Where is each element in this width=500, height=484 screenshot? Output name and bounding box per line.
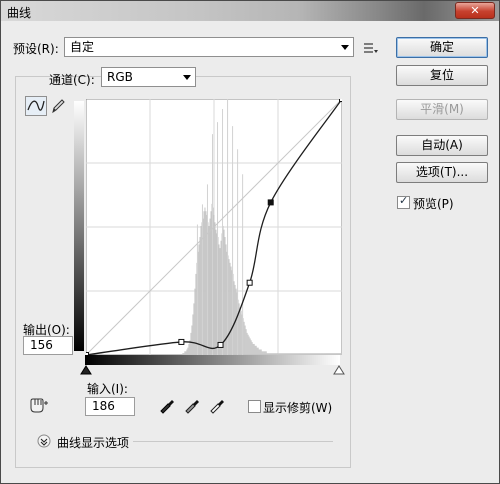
- histogram-bar: [228, 259, 230, 355]
- histogram-bar: [220, 240, 222, 355]
- histogram-bar: [257, 347, 259, 355]
- preview-label: 预览(P): [413, 197, 454, 211]
- histogram-bar: [229, 262, 231, 355]
- histogram-bar: [233, 281, 235, 355]
- histogram-bar: [208, 225, 210, 355]
- histogram-bar: [191, 325, 193, 355]
- channel-value: RGB: [107, 70, 133, 84]
- histogram-bar: [245, 329, 247, 355]
- histogram-bar: [254, 345, 256, 355]
- curve-control-point[interactable]: [267, 199, 274, 206]
- histogram-bar: [192, 314, 194, 355]
- histogram-bar: [248, 336, 250, 355]
- histogram-bar: [247, 334, 249, 355]
- options-button[interactable]: 选项(T)...: [396, 162, 488, 183]
- smooth-button[interactable]: 平滑(M): [396, 99, 488, 120]
- preset-options-icon[interactable]: [363, 41, 379, 55]
- histogram-bar: [213, 214, 215, 355]
- reset-button[interactable]: 复位: [396, 65, 488, 86]
- histogram-bar: [219, 248, 221, 355]
- gray-eyedropper-icon[interactable]: [183, 396, 201, 414]
- preset-select[interactable]: 自定: [64, 37, 354, 57]
- output-gradient-ramp: [74, 101, 84, 351]
- histogram-bar: [340, 353, 342, 355]
- histogram-bar: [194, 288, 196, 355]
- curve-control-point[interactable]: [339, 99, 343, 102]
- histogram-bar: [230, 266, 232, 355]
- curve-point-icon: [27, 100, 45, 111]
- histogram-bar: [224, 237, 226, 355]
- histogram-bar: [243, 321, 245, 355]
- close-button[interactable]: ✕: [455, 2, 495, 19]
- histogram-bar: [235, 288, 237, 355]
- section-divider: [133, 441, 333, 442]
- input-gradient-ramp: [85, 355, 340, 365]
- histogram-bar: [253, 343, 255, 355]
- histogram-bar: [199, 237, 201, 355]
- expand-chevron-icon[interactable]: [37, 434, 51, 448]
- histogram-bar: [204, 207, 206, 355]
- curve-display-options-label[interactable]: 曲线显示选项: [57, 434, 129, 451]
- histogram-bar: [200, 225, 202, 355]
- channel-label: 通道(C):: [49, 73, 95, 87]
- histogram-bar: [203, 211, 205, 355]
- histogram-bar: [190, 332, 192, 355]
- ok-button[interactable]: 确定: [396, 37, 488, 58]
- input-label: 输入(I):: [87, 382, 128, 396]
- curve-graph[interactable]: [86, 99, 342, 355]
- histogram-bar: [223, 229, 225, 355]
- window-title: 曲线: [7, 6, 32, 20]
- pencil-icon[interactable]: [50, 97, 66, 115]
- preset-label: 预设(R):: [13, 42, 59, 56]
- histogram-bar: [193, 303, 195, 355]
- input-field[interactable]: 186: [85, 397, 135, 416]
- white-eyedropper-icon[interactable]: [208, 396, 226, 414]
- histogram-bar: [250, 340, 252, 355]
- show-clipping-checkbox[interactable]: [248, 400, 261, 413]
- histogram-bar: [339, 353, 341, 355]
- histogram-bar: [240, 310, 242, 355]
- output-field[interactable]: 156: [23, 336, 73, 355]
- curve-control-point[interactable]: [178, 338, 185, 345]
- histogram-bar: [210, 211, 212, 355]
- curves-dialog: 曲线 ✕ 预设(R): 自定 确定 复位 平滑(M) 自动(A) 选项(T)..…: [0, 0, 500, 484]
- title-bar[interactable]: 曲线 ✕: [1, 1, 499, 21]
- histogram-bar: [252, 343, 254, 355]
- histogram-bar: [214, 222, 216, 355]
- histogram-bar: [255, 345, 257, 355]
- histogram-bar: [209, 218, 211, 355]
- preview-checkbox[interactable]: [397, 194, 410, 209]
- histogram-bar: [205, 211, 207, 355]
- histogram-bar: [239, 307, 241, 355]
- chevron-down-icon: [183, 75, 191, 80]
- chevron-down-icon: [341, 45, 349, 50]
- histogram-bar: [251, 342, 253, 355]
- histogram-bar: [256, 347, 258, 355]
- on-image-adjust-icon[interactable]: [27, 396, 49, 416]
- histogram-bar: [244, 325, 246, 355]
- histogram-bar: [246, 332, 248, 355]
- histogram-bar: [187, 347, 189, 355]
- histogram-bar: [218, 244, 220, 355]
- channel-select[interactable]: RGB: [101, 67, 196, 87]
- histogram-bar: [188, 343, 190, 355]
- white-point-slider[interactable]: [333, 365, 345, 375]
- histogram-bar: [249, 338, 251, 355]
- preset-value: 自定: [70, 40, 95, 54]
- black-point-slider[interactable]: [80, 365, 92, 375]
- black-eyedropper-icon[interactable]: [158, 396, 176, 414]
- auto-button[interactable]: 自动(A): [396, 135, 488, 156]
- histogram-bar: [215, 229, 217, 355]
- show-clipping-label: 显示修剪(W): [263, 401, 333, 415]
- histogram-bar: [198, 244, 200, 355]
- curve-point-tool[interactable]: [25, 96, 47, 116]
- curve-control-point[interactable]: [217, 341, 224, 348]
- curve-control-point[interactable]: [246, 279, 253, 286]
